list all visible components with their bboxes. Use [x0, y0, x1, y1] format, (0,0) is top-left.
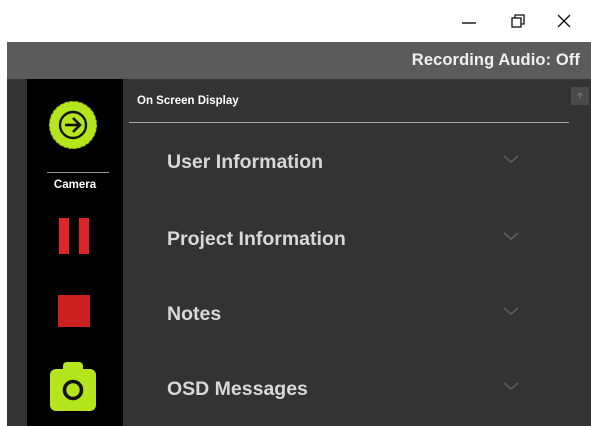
minimize-button[interactable] — [447, 0, 491, 42]
pause-icon-bar — [79, 218, 89, 254]
osd-panel: On Screen Display User Information Proje… — [123, 79, 591, 426]
camera-icon — [62, 379, 84, 401]
chevron-down-icon — [503, 307, 519, 316]
restore-icon — [511, 14, 525, 28]
camera-sidebar: Camera — [27, 79, 123, 426]
panel-title-divider — [129, 122, 569, 123]
recording-audio-status: Recording Audio: Off — [411, 51, 580, 69]
section-label: Notes — [167, 302, 222, 325]
snapshot-button[interactable] — [50, 362, 96, 411]
section-label: OSD Messages — [167, 377, 308, 400]
go-button[interactable] — [49, 101, 97, 149]
close-button[interactable] — [542, 0, 586, 42]
stop-icon — [58, 295, 90, 327]
pause-icon — [59, 218, 69, 254]
app-body: Camera On Screen Display User Informatio… — [7, 79, 591, 426]
section-label: User Information — [167, 150, 324, 173]
chevron-down-icon — [503, 232, 519, 241]
section-project-information[interactable]: Project Information — [167, 219, 527, 259]
camera-icon-hump — [63, 362, 83, 371]
scroll-up-button[interactable] — [571, 87, 589, 105]
scroll-up-arrow-icon — [577, 92, 583, 99]
restore-button[interactable] — [496, 0, 540, 42]
status-bar: Recording Audio: Off — [7, 42, 591, 79]
section-label: Project Information — [167, 227, 346, 250]
stop-button[interactable] — [58, 295, 90, 327]
section-osd-messages[interactable]: OSD Messages — [167, 369, 527, 409]
camera-divider — [47, 172, 109, 173]
close-icon — [557, 14, 571, 28]
camera-label: Camera — [53, 179, 97, 191]
minimize-icon — [462, 22, 476, 24]
window-title-bar — [0, 0, 591, 42]
chevron-down-icon — [503, 155, 519, 164]
section-notes[interactable]: Notes — [167, 294, 527, 334]
pause-button[interactable] — [59, 218, 89, 254]
left-edge-strip — [7, 79, 27, 426]
arrow-right-circle-icon — [58, 110, 88, 140]
section-user-information[interactable]: User Information — [167, 142, 527, 182]
chevron-down-icon — [503, 382, 519, 391]
panel-title: On Screen Display — [137, 95, 239, 107]
